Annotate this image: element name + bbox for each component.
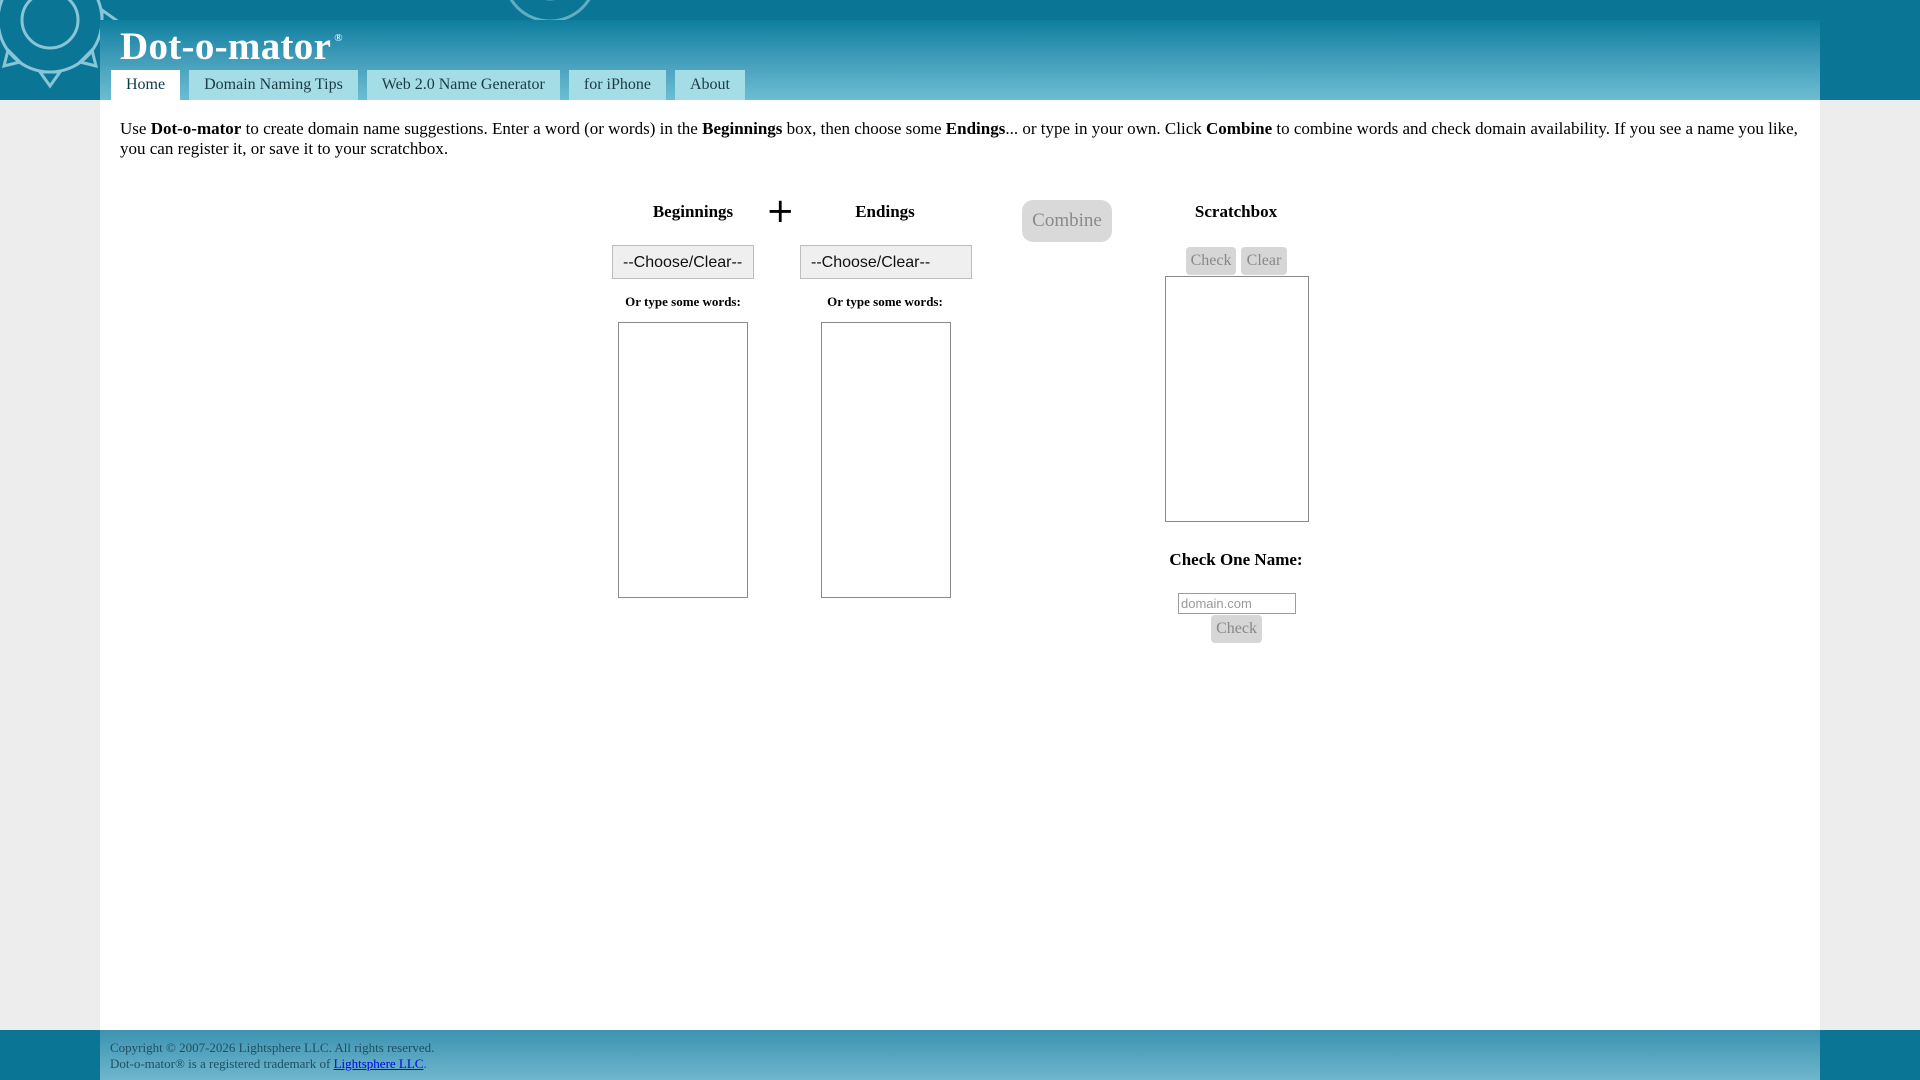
beginnings-select[interactable]: --Choose/Clear-- xyxy=(612,245,754,279)
nav-tab-about[interactable]: About xyxy=(675,70,745,100)
main-nav: Home Domain Naming Tips Web 2.0 Name Gen… xyxy=(111,70,745,100)
nav-tab-home[interactable]: Home xyxy=(111,70,181,100)
site-header: Dot-o-mator ® Home Domain Naming Tips Web… xyxy=(100,20,1820,100)
beginnings-heading: Beginnings xyxy=(652,202,734,221)
endings-heading: Endings xyxy=(855,202,915,221)
check-one-name-heading: Check One Name: xyxy=(1169,550,1303,569)
beginnings-textarea[interactable] xyxy=(618,322,748,598)
plus-icon: + xyxy=(766,191,795,231)
nav-tab-domain-naming-tips[interactable]: Domain Naming Tips xyxy=(189,70,358,100)
endings-select[interactable]: --Choose/Clear-- xyxy=(800,245,972,279)
intro-text: Use Dot-o-mator to create domain name su… xyxy=(120,119,1798,158)
check-one-name-button[interactable]: Check xyxy=(1211,615,1262,643)
lightsphere-link[interactable]: Lightsphere LLC xyxy=(334,1056,424,1071)
combine-button[interactable]: Combine xyxy=(1022,200,1112,242)
copyright-text: Copyright © 2007-2026 Lightsphere LLC. A… xyxy=(110,1040,435,1055)
scratchbox-clear-button[interactable]: Clear xyxy=(1241,247,1287,275)
scratchbox-heading: Scratchbox xyxy=(1194,202,1278,221)
nav-tab-web20-name-generator[interactable]: Web 2.0 Name Generator xyxy=(366,70,560,100)
domain-input[interactable]: domain.com xyxy=(1178,593,1296,614)
page-container: Dot-o-mator ® Home Domain Naming Tips Web… xyxy=(100,20,1820,1080)
scratchbox-check-button[interactable]: Check xyxy=(1186,247,1236,275)
beginnings-subheading: Or type some words: xyxy=(625,294,741,309)
endings-textarea[interactable] xyxy=(821,322,951,598)
site-logo[interactable]: Dot-o-mator ® xyxy=(120,24,343,69)
site-footer: Copyright © 2007-2026 Lightsphere LLC. A… xyxy=(0,1030,1920,1080)
endings-subheading: Or type some words: xyxy=(827,294,943,309)
registered-mark: ® xyxy=(334,32,343,44)
nav-tab-for-iphone[interactable]: for iPhone xyxy=(568,70,666,100)
footer-panel: Copyright © 2007-2026 Lightsphere LLC. A… xyxy=(100,1030,1820,1080)
scratchbox-textarea[interactable] xyxy=(1165,276,1309,522)
trademark-text: Dot-o-mator® is a registered trademark o… xyxy=(110,1056,427,1071)
